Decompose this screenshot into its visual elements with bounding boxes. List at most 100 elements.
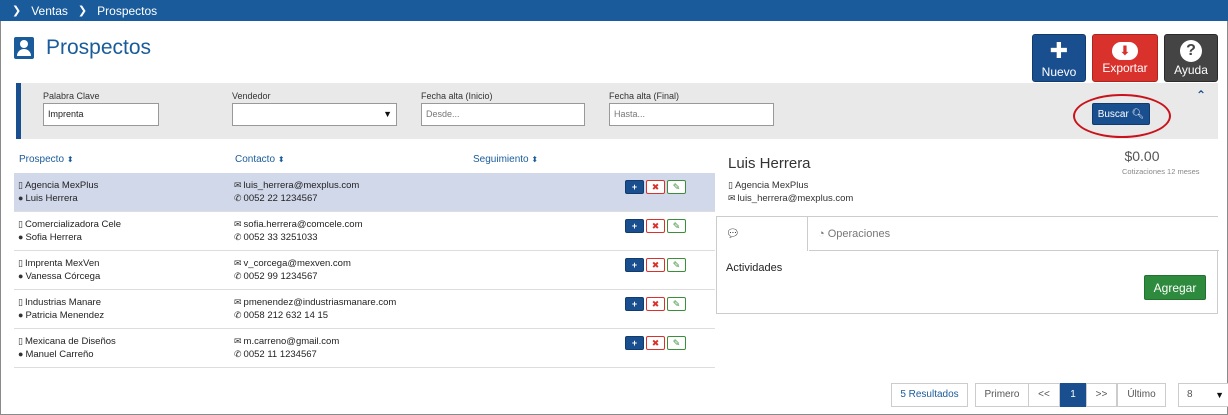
tab-operaciones[interactable]: ◔ Operaciones [809, 217, 1219, 251]
row-email[interactable]: v_corcega@mexven.com [244, 258, 351, 269]
delete-button[interactable]: ✖ [646, 180, 665, 194]
first-page-button[interactable]: Primero [975, 383, 1029, 407]
new-button-label: Nuevo [1041, 65, 1077, 79]
row-company: Agencia MexPlus [24, 180, 99, 191]
delete-button[interactable]: ✖ [646, 297, 665, 311]
add-user-button[interactable]: + [625, 219, 644, 233]
delete-button[interactable]: ✖ [646, 336, 665, 350]
phone-icon: ✆ [234, 271, 242, 281]
breadcrumb-prospectos[interactable]: Prospectos [97, 4, 157, 18]
page-size-select[interactable]: 8 ▼ [1178, 383, 1228, 407]
row-email[interactable]: luis_herrera@mexplus.com [244, 180, 360, 191]
help-button-label: Ayuda [1174, 63, 1208, 77]
next-page-button[interactable]: >> [1086, 383, 1117, 407]
table-row[interactable]: ▯ Mexicana de Diseños ● Manuel Carreño ✉ m.… [14, 329, 715, 368]
page-1-button[interactable]: 1 [1060, 383, 1086, 407]
comment-icon: 💬︎ [726, 228, 740, 240]
header-seguimiento[interactable]: Seguimiento ⬍ [473, 154, 538, 165]
tab-actividades[interactable]: 💬︎ Actividades [717, 217, 808, 274]
page-title: Prospectos [46, 36, 152, 59]
row-company: Industrias Manare [24, 297, 101, 308]
export-button[interactable]: ⬇ Exportar [1092, 34, 1158, 82]
end-date-input[interactable]: Hasta... [609, 103, 774, 126]
row-phone: 0052 33 3251033 [243, 232, 318, 243]
table-row[interactable]: ▯ Agencia MexPlus ● Luis Herrera ✉ luis_her… [14, 173, 715, 212]
phone-icon: ✆ [234, 193, 242, 203]
row-email[interactable]: m.carreno@gmail.com [244, 336, 340, 347]
row-email[interactable]: sofia.herrera@comcele.com [244, 219, 363, 230]
envelope-icon: ✉ [234, 180, 242, 190]
results-count: 5 Resultados [891, 383, 968, 407]
row-company: Mexicana de Diseños [24, 336, 116, 347]
building-icon: ▯ [728, 180, 733, 190]
add-user-button[interactable]: + [625, 180, 644, 194]
row-actions: + ✖ ✎ [625, 336, 688, 350]
delete-button[interactable]: ✖ [646, 258, 665, 272]
rss-icon: ◔ [818, 228, 825, 240]
add-button[interactable]: Agregar [1144, 275, 1206, 300]
sort-icon: ⬍ [531, 155, 539, 164]
edit-button[interactable]: ✎ [667, 258, 686, 272]
quote-amount: $0.00 [1124, 148, 1160, 164]
envelope-icon: ✉ [234, 336, 242, 346]
header-contacto[interactable]: Contacto ⬍ [235, 154, 285, 165]
chevron-right-icon: ❯ [12, 5, 22, 17]
delete-button[interactable]: ✖ [646, 219, 665, 233]
plus-icon: ✚ [1049, 38, 1069, 63]
row-phone: 0058 212 632 14 15 [243, 310, 329, 321]
page-header: Prospectos [14, 36, 151, 60]
start-date-label: Fecha alta (Inicio) [421, 91, 493, 101]
detail-company: ▯ Agencia MexPlus [728, 180, 808, 191]
add-user-button[interactable]: + [625, 336, 644, 350]
phone-icon: ✆ [234, 310, 242, 320]
breadcrumb-ventas[interactable]: Ventas [31, 4, 68, 18]
cloud-download-icon: ⬇ [1112, 42, 1138, 60]
detail-email-text[interactable]: luis_herrera@mexplus.com [738, 193, 854, 204]
vendor-label: Vendedor [232, 91, 271, 101]
keyword-input[interactable]: Imprenta [43, 103, 159, 126]
building-icon: ▯ [18, 336, 23, 346]
envelope-icon: ✉ [234, 297, 242, 307]
help-button[interactable]: ? Ayuda [1164, 34, 1218, 82]
start-date-input[interactable]: Desde... [421, 103, 585, 126]
row-company: Comercializadora Cele [24, 219, 122, 230]
detail-tabs-panel: 💬︎ Actividades ◔ Operaciones [716, 216, 1219, 314]
edit-button[interactable]: ✎ [667, 180, 686, 194]
edit-button[interactable]: ✎ [667, 219, 686, 233]
table-row[interactable]: ▯ Comercializadora Cele ● Sofia Herrera ✉ s… [14, 212, 715, 251]
sort-icon: ⬍ [277, 155, 285, 164]
header-prospecto-label: Prospecto [19, 154, 65, 165]
chevron-right-icon: ❯ [77, 5, 88, 17]
header-prospecto[interactable]: Prospecto ⬍ [19, 154, 74, 165]
collapse-icon[interactable]: ⌃ [1196, 88, 1206, 102]
row-actions: + ✖ ✎ [625, 297, 688, 311]
table-row[interactable]: ▯ Industrias Manare ● Patricia Menendez ✉ p… [14, 290, 715, 329]
envelope-icon: ✉ [234, 258, 242, 268]
prev-page-button[interactable]: << [1028, 383, 1060, 407]
export-button-label: Exportar [1102, 61, 1148, 75]
row-email[interactable]: pmenendez@industriasmanare.com [244, 297, 397, 308]
building-icon: ▯ [18, 180, 23, 190]
row-person: Sofia Herrera [25, 232, 82, 243]
user-icon: ● [18, 349, 24, 359]
new-button[interactable]: ✚ Nuevo [1032, 34, 1086, 82]
building-icon: ▯ [18, 258, 23, 268]
add-user-button[interactable]: + [625, 297, 644, 311]
edit-button[interactable]: ✎ [667, 336, 686, 350]
user-icon: ● [18, 232, 24, 242]
vendor-select[interactable]: ▼ [232, 103, 397, 126]
table-row[interactable]: ▯ Imprenta MexVen ● Vanessa Córcega ✉ v_cor… [14, 251, 715, 290]
last-page-button[interactable]: Último [1117, 383, 1166, 407]
row-phone: 0052 22 1234567 [243, 193, 318, 204]
building-icon: ▯ [18, 297, 23, 307]
user-icon: ● [18, 310, 24, 320]
keyword-label: Palabra Clave [43, 91, 100, 101]
edit-button[interactable]: ✎ [667, 297, 686, 311]
add-user-button[interactable]: + [625, 258, 644, 272]
tab-actividades-label: Actividades [726, 262, 783, 274]
building-icon: ▯ [18, 219, 23, 229]
phone-icon: ✆ [234, 232, 242, 242]
row-person: Luis Herrera [25, 193, 78, 204]
detail-email: ✉ luis_herrera@mexplus.com [728, 193, 853, 204]
row-phone: 0052 99 1234567 [243, 271, 318, 282]
